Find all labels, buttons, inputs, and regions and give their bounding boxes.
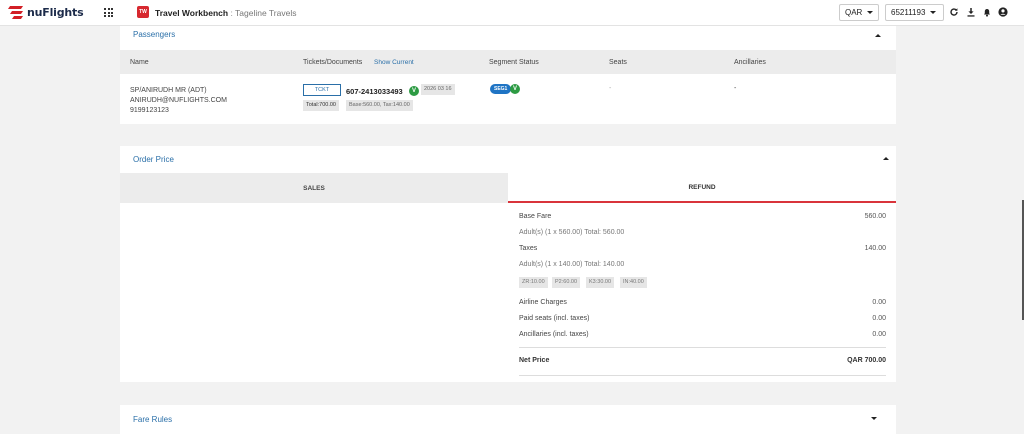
fare-rules-section-title[interactable]: Fare Rules	[133, 415, 172, 424]
app-badge-icon: TW	[137, 6, 149, 18]
passenger-name: SP/ANIRUDH MR (ADT)	[130, 87, 207, 94]
col-segment-status: Segment Status	[489, 59, 539, 66]
ticket-number[interactable]: 607-2413033493	[346, 87, 403, 96]
taxes-label: Taxes	[519, 245, 538, 252]
show-current-link[interactable]: Show Current	[374, 59, 414, 66]
passengers-section-title[interactable]: Passengers	[133, 30, 175, 39]
app-name: Travel Workbench	[155, 8, 229, 18]
collapse-icon[interactable]	[883, 157, 889, 160]
order-price-card: Order Price SALES REFUND Base Fare 560.0…	[120, 146, 896, 382]
ancillaries-value: -	[734, 85, 737, 92]
currency-value: QAR	[845, 8, 863, 17]
col-seats: Seats	[609, 59, 627, 66]
ancillaries-price-value: 0.00	[872, 331, 886, 338]
ticket-total: Total:700.00	[303, 100, 339, 111]
col-ancillaries: Ancillaries	[734, 59, 766, 66]
account-select[interactable]: 65211193	[885, 4, 944, 21]
refresh-icon[interactable]	[949, 7, 959, 18]
tab-sales[interactable]: SALES	[120, 173, 508, 203]
taxes-value: 140.00	[864, 245, 886, 252]
ticket-breakdown: Base:560.00, Tax:140.00	[346, 100, 413, 111]
app-title: Travel Workbench : Tageline Travels	[155, 8, 296, 18]
airline-charges-value: 0.00	[872, 299, 886, 306]
col-tickets: Tickets/Documents	[303, 59, 363, 66]
download-icon[interactable]	[966, 7, 976, 18]
passenger-phone: 9199123123	[130, 107, 169, 114]
tax-chip: K3:30.00	[586, 277, 615, 288]
passengers-card: Passengers Name Tickets/Documents Show C…	[120, 26, 896, 124]
seats-value: -	[609, 85, 612, 92]
ticket-date: 2026 03 16	[421, 84, 455, 95]
net-price-label: Net Price	[519, 357, 550, 364]
order-price-section-title[interactable]: Order Price	[133, 155, 174, 164]
base-fare-value: 560.00	[864, 213, 886, 220]
account-value: 65211193	[891, 8, 926, 17]
logo-text: nuFlights	[27, 5, 84, 19]
fare-rules-card: Fare Rules	[120, 405, 896, 434]
taxes-detail: Adult(s) (1 x 140.00) Total: 140.00	[519, 261, 625, 268]
tax-chip: IN:40.00	[620, 277, 647, 288]
user-icon[interactable]	[998, 7, 1008, 18]
table-row: SP/ANIRUDH MR (ADT) ANIRUDH@NUFLIGHTS.CO…	[120, 74, 896, 124]
airline-charges-label: Airline Charges	[519, 299, 567, 306]
ticket-status-badge: V	[409, 86, 419, 96]
currency-select[interactable]: QAR	[839, 4, 879, 21]
paid-seats-value: 0.00	[872, 315, 886, 322]
bell-icon[interactable]	[982, 7, 992, 18]
segment-status-badge: V	[510, 84, 520, 94]
chevron-down-icon	[867, 11, 874, 14]
ancillaries-price-label: Ancillaries (incl. taxes)	[519, 331, 589, 338]
tax-chip: ZR:10.00	[519, 277, 548, 288]
agency-name: Tageline Travels	[235, 8, 297, 18]
net-price-value: QAR 700.00	[847, 357, 886, 364]
nuflights-logo[interactable]: nuFlights	[7, 5, 84, 19]
title-separator: :	[230, 8, 233, 18]
base-fare-detail: Adult(s) (1 x 560.00) Total: 560.00	[519, 229, 625, 236]
tab-refund[interactable]: REFUND	[508, 173, 896, 203]
segment-badge[interactable]: SEG1	[490, 84, 512, 94]
chevron-down-icon	[930, 11, 937, 14]
base-fare-label: Base Fare	[519, 213, 552, 220]
passenger-email: ANIRUDH@NUFLIGHTS.COM	[130, 97, 227, 104]
price-tabs: SALES REFUND	[120, 173, 896, 203]
paid-seats-label: Paid seats (incl. taxes)	[519, 315, 590, 322]
expand-icon[interactable]	[871, 417, 877, 420]
logo-mark-icon	[7, 5, 24, 19]
passengers-table-header: Name Tickets/Documents Show Current Segm…	[120, 50, 896, 74]
divider	[519, 347, 886, 348]
tax-chip: P2:60.00	[552, 277, 581, 288]
ticket-button[interactable]: TCKT	[303, 84, 341, 96]
top-bar: nuFlights TW Travel Workbench : Tageline…	[0, 0, 1024, 26]
col-name: Name	[130, 59, 149, 66]
divider	[519, 375, 886, 376]
app-grid-icon[interactable]	[104, 8, 113, 17]
collapse-icon[interactable]	[875, 34, 881, 37]
